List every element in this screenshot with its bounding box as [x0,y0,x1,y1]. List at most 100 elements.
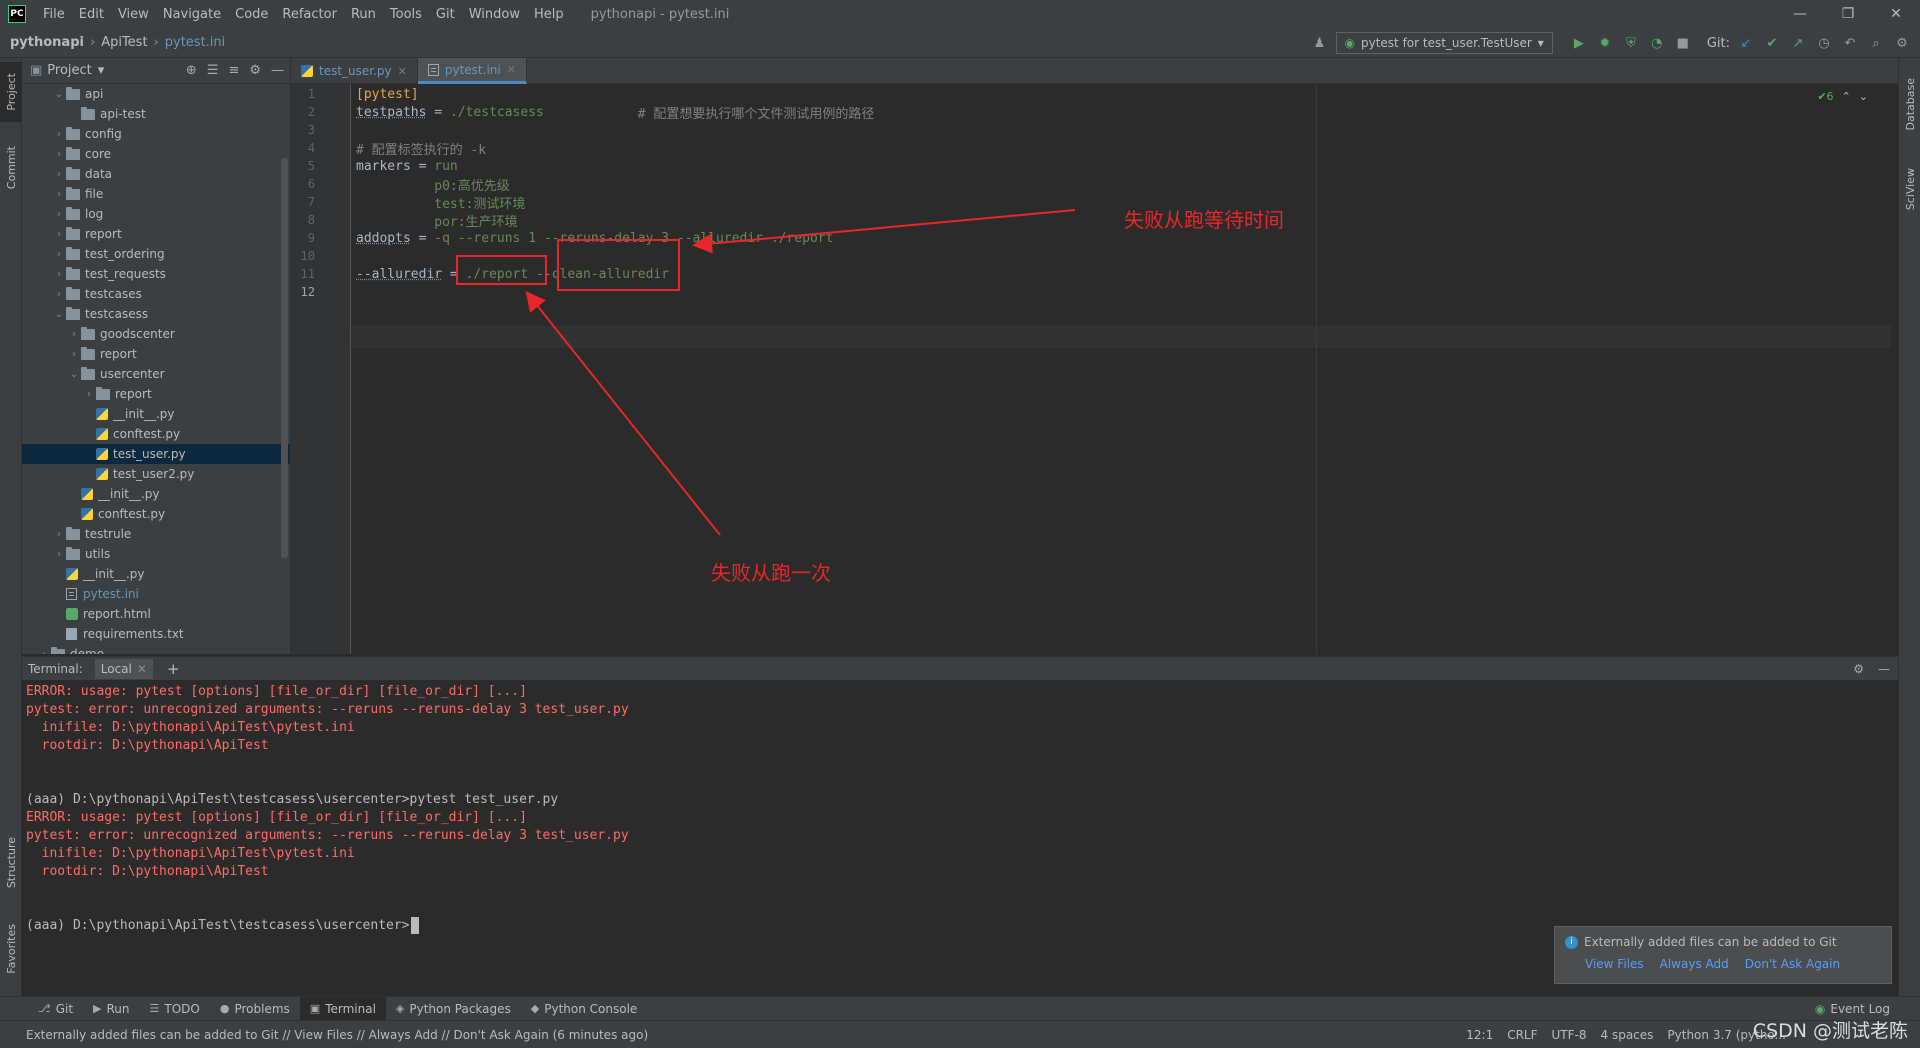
user-icon[interactable]: ♟ [1310,33,1330,53]
chevron-right-icon[interactable]: › [82,389,96,400]
chevron-right-icon[interactable]: › [52,229,66,240]
menu-edit[interactable]: Edit [72,7,111,22]
close-icon[interactable]: ✕ [398,65,407,78]
chevron-right-icon[interactable]: › [52,249,66,260]
tree-item[interactable]: › core [22,144,290,164]
menu-run[interactable]: Run [344,7,383,22]
tree-item[interactable]: › log [22,204,290,224]
tree-item[interactable]: › data [22,164,290,184]
git-push-icon[interactable]: ↗ [1788,33,1808,53]
chevron-right-icon[interactable]: › [67,349,81,360]
chevron-down-icon[interactable]: ▾ [98,63,105,78]
restore-button[interactable]: ❐ [1824,0,1872,28]
chevron-right-icon[interactable]: › [52,149,66,160]
minimize-button[interactable]: — [1776,0,1824,28]
close-icon[interactable]: ✕ [507,63,516,76]
profile-icon[interactable]: ◔ [1647,33,1667,53]
tool-tab-python-packages[interactable]: ◈ Python Packages [386,997,521,1021]
code-line[interactable]: testpaths = ./testcasess # 配置想要执行哪个文件测试用… [356,101,874,123]
menu-help[interactable]: Help [527,7,571,22]
terminal-tab-local[interactable]: Local ✕ [94,658,153,679]
locate-icon[interactable]: ⊕ [186,63,197,78]
expand-all-icon[interactable]: ☰ [207,63,219,78]
menu-tools[interactable]: Tools [383,7,429,22]
search-icon[interactable]: ⌕ [1866,33,1886,53]
chevron-right-icon[interactable]: › [52,529,66,540]
git-update-icon[interactable]: ↙ [1736,33,1756,53]
menu-navigate[interactable]: Navigate [156,7,228,22]
history-icon[interactable]: ◷ [1814,33,1834,53]
menu-code[interactable]: Code [228,7,275,22]
breadcrumb-file[interactable]: pytest.ini [165,35,226,50]
status-message[interactable]: Externally added files can be added to G… [26,1028,648,1042]
tree-item[interactable]: › test_requests [22,264,290,284]
tree-item[interactable]: › demo [22,644,290,654]
chevron-down-icon[interactable]: ⌄ [52,309,66,320]
gear-icon[interactable]: ⚙ [1853,662,1864,676]
stop-icon[interactable]: ■ [1673,33,1693,53]
tree-item[interactable]: › report [22,344,290,364]
tool-tab-run[interactable]: ▶ Run [83,997,139,1021]
tree-item[interactable]: › file [22,184,290,204]
tree-item[interactable]: __init__.py [22,404,290,424]
chevron-right-icon[interactable]: › [52,549,66,560]
tree-item[interactable]: › test_ordering [22,244,290,264]
tree-item[interactable]: › testcases [22,284,290,304]
chevron-right-icon[interactable]: › [52,209,66,220]
hide-icon[interactable]: — [1878,662,1890,676]
tool-tab-terminal[interactable]: ▣ Terminal [299,996,386,1021]
caret-position[interactable]: 12:1 [1466,1028,1493,1042]
chevron-right-icon[interactable]: › [52,269,66,280]
dont-ask-again-link[interactable]: Don't Ask Again [1745,957,1840,971]
tree-item[interactable]: api-test [22,104,290,124]
stripe-tab-database[interactable]: Database [1899,64,1920,144]
chevron-right-icon[interactable]: › [52,169,66,180]
run-icon[interactable]: ▶ [1569,33,1589,53]
tree-item[interactable]: pytest.ini [22,584,290,604]
chevron-up-icon[interactable]: ⌃ [1842,90,1851,103]
new-terminal-icon[interactable]: + [167,660,180,678]
git-commit-icon[interactable]: ✔ [1762,33,1782,53]
stripe-tab-project[interactable]: Project [0,62,22,122]
view-files-link[interactable]: View Files [1585,957,1644,971]
tree-item[interactable]: › report [22,384,290,404]
stripe-tab-commit[interactable]: Commit [0,138,22,198]
tree-item[interactable]: conftest.py [22,424,290,444]
chevron-down-icon[interactable]: ⌄ [67,369,81,380]
tab-pytest-ini[interactable]: pytest.ini ✕ [417,58,527,84]
collapse-all-icon[interactable]: ≡ [228,63,239,78]
menu-git[interactable]: Git [429,7,462,22]
settings-icon[interactable]: ⚙ [1892,33,1912,53]
file-encoding[interactable]: UTF-8 [1552,1028,1587,1042]
tool-tab-todo[interactable]: ☰ TODO [140,997,210,1021]
tree-item[interactable]: requirements.txt [22,624,290,644]
breadcrumb-folder[interactable]: ApiTest [101,35,147,50]
breadcrumb-project[interactable]: pythonapi [10,35,84,50]
tree-item[interactable]: test_user2.py [22,464,290,484]
chevron-right-icon[interactable]: › [52,129,66,140]
chevron-right-icon[interactable]: › [52,289,66,300]
code-editor[interactable]: 1 2 3 4 5 6 7 8 9 10 11 12 [pytest] testpaths = ./te… [291,84,1898,654]
tree-item[interactable]: ⌄ api [22,84,290,104]
tree-item[interactable]: report.html [22,604,290,624]
close-icon[interactable]: ✕ [137,662,147,676]
project-title[interactable]: Project [47,63,91,78]
menu-refactor[interactable]: Refactor [275,7,344,22]
stripe-tab-sciview[interactable]: SciView [1899,154,1920,224]
tree-scrollbar[interactable] [281,158,288,558]
menu-view[interactable]: View [111,7,156,22]
tree-item[interactable]: __init__.py [22,484,290,504]
chevron-down-icon[interactable]: ⌄ [1859,90,1868,103]
gear-icon[interactable]: ⚙ [249,63,261,78]
tree-item[interactable]: ⌄ testcasess [22,304,290,324]
stripe-tab-favorites[interactable]: Favorites [0,914,22,984]
tab-test-user-py[interactable]: test_user.py ✕ [291,58,418,84]
tree-item[interactable]: › utils [22,544,290,564]
run-config-dropdown[interactable]: ◉ pytest for test_user.TestUser ▾ [1335,32,1553,54]
always-add-link[interactable]: Always Add [1660,957,1729,971]
tree-item[interactable]: __init__.py [22,564,290,584]
tree-item[interactable]: test_user.py [22,444,290,464]
tree-item[interactable]: › config [22,124,290,144]
coverage-icon[interactable]: ⛨ [1621,33,1641,53]
hide-icon[interactable]: — [271,63,284,78]
